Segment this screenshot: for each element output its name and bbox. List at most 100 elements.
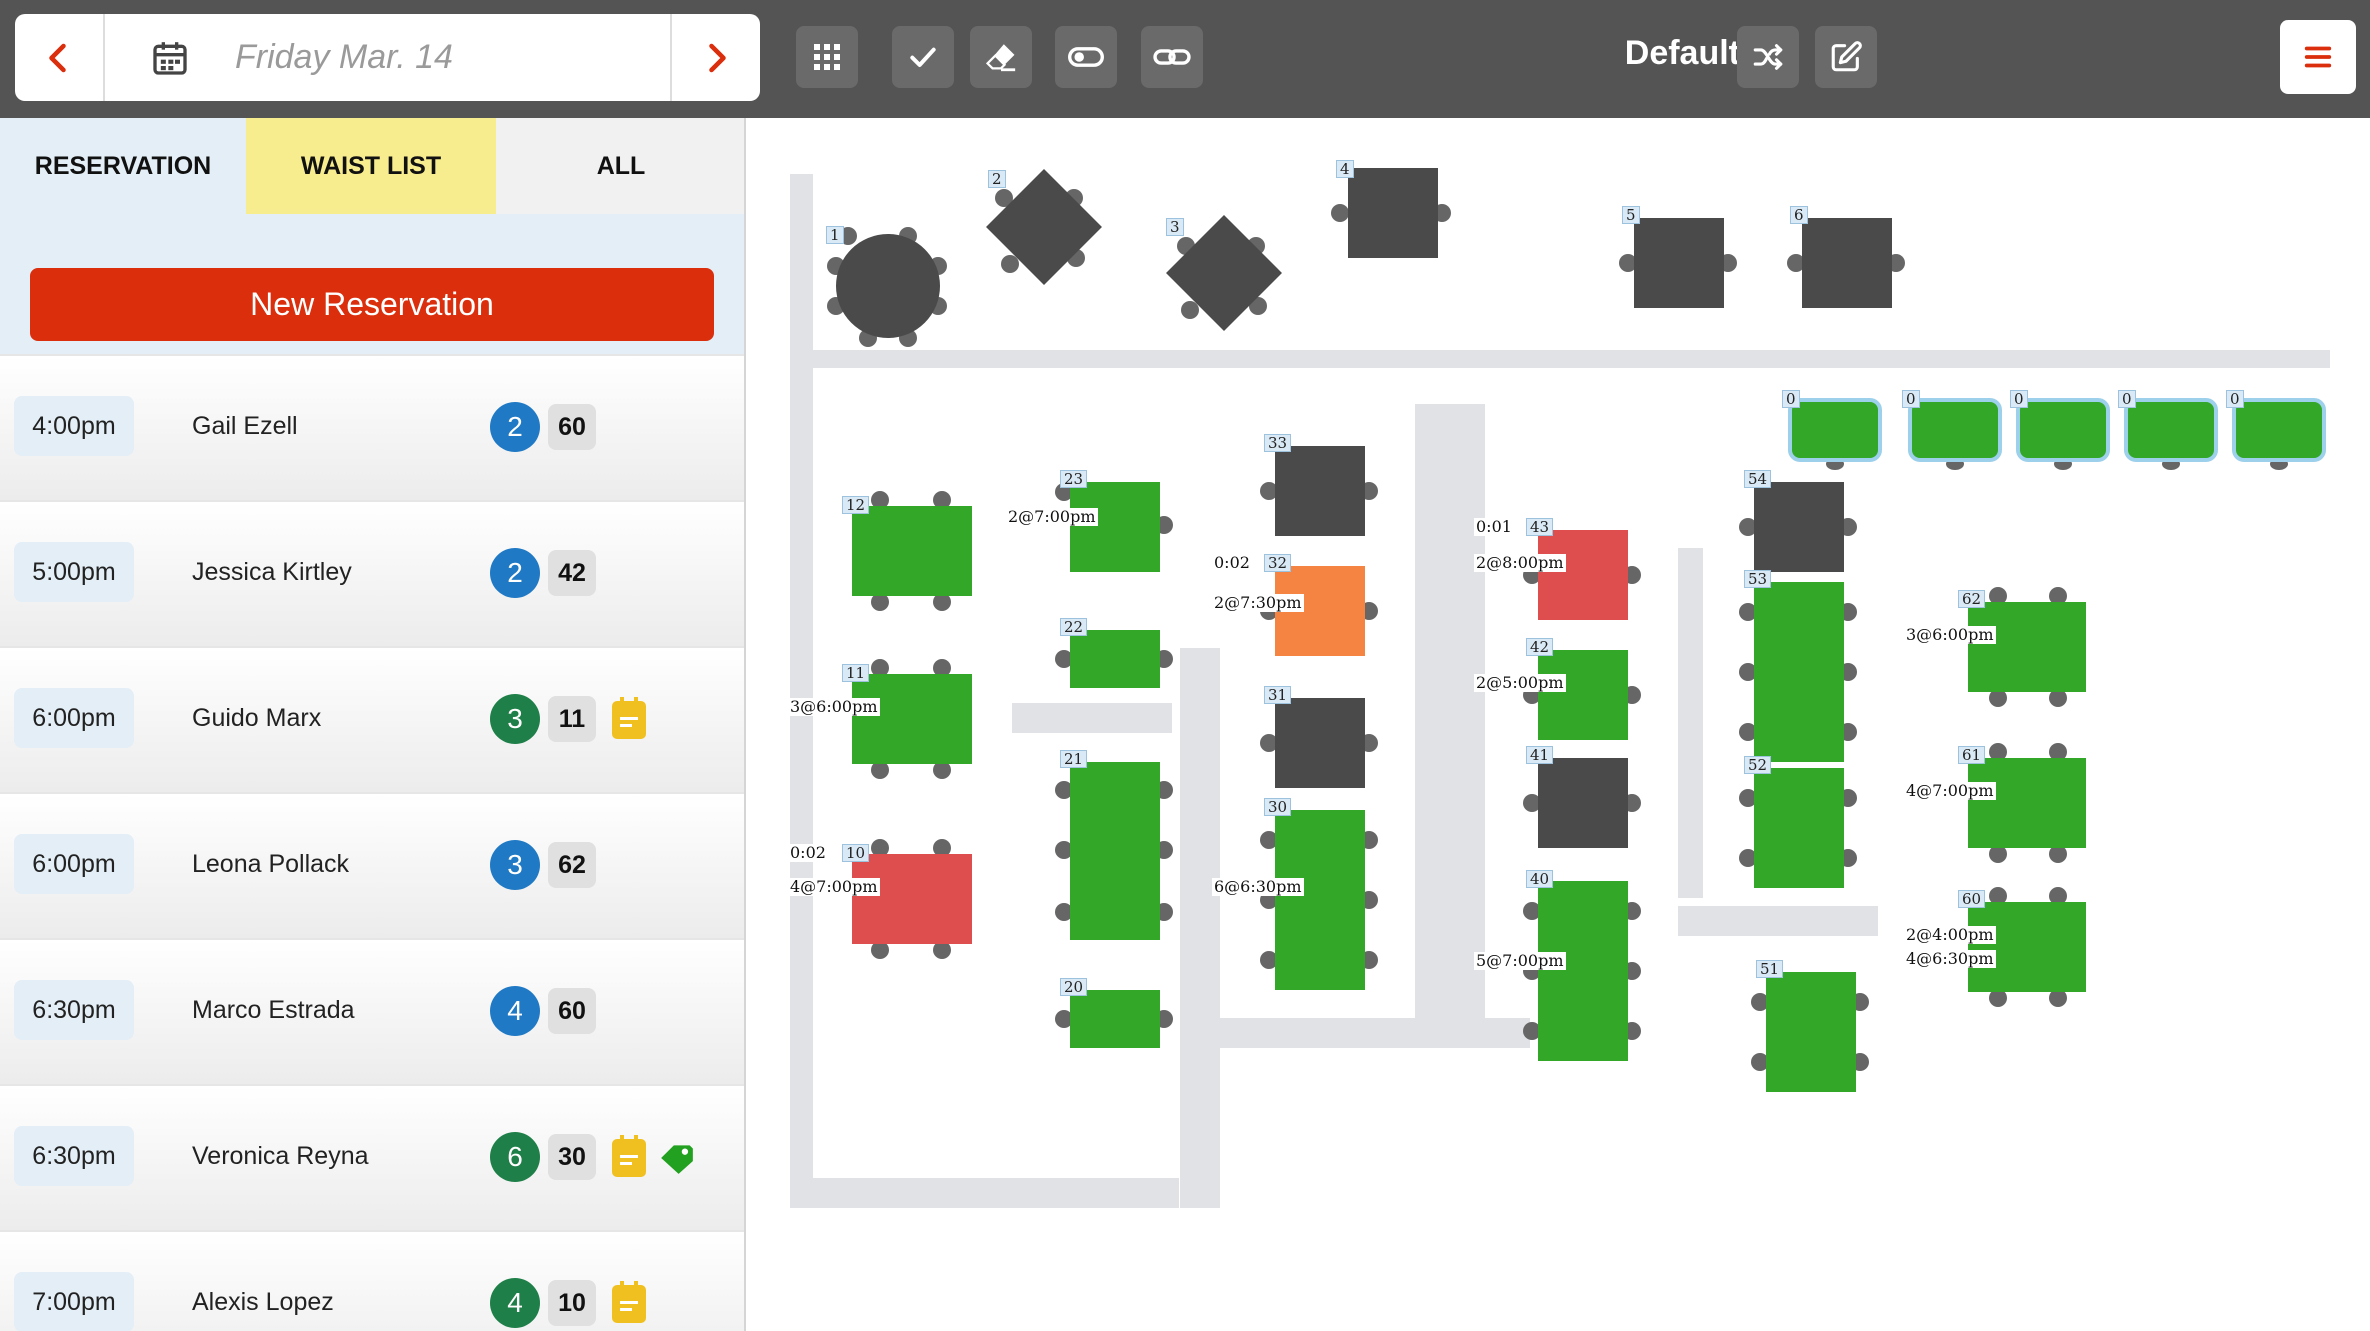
table[interactable]	[852, 659, 972, 779]
edit-icon	[1831, 41, 1862, 72]
reservation-time: 4:00pm	[14, 396, 134, 456]
menu-button[interactable]	[2280, 20, 2356, 94]
table-number-label: 0	[2118, 390, 2136, 408]
table[interactable]	[1260, 446, 1378, 536]
tab-reservation[interactable]: RESERVATION	[0, 118, 246, 214]
table[interactable]	[1055, 762, 1173, 940]
reservation-row[interactable]: 6:00pm Leona Pollack 3 62	[0, 792, 744, 938]
table[interactable]	[2016, 398, 2110, 470]
table-top	[1754, 582, 1844, 762]
table[interactable]	[1739, 582, 1857, 762]
table-number-label: 5	[1622, 206, 1640, 224]
previous-day-button[interactable]	[15, 14, 105, 101]
table-top	[1070, 762, 1160, 940]
note-icon[interactable]	[612, 1135, 646, 1177]
table-number-label: 21	[1060, 750, 1088, 768]
link-icon	[1153, 49, 1191, 65]
wall	[790, 174, 813, 1204]
party-size-badge: 3	[490, 694, 540, 744]
table[interactable]	[1523, 650, 1641, 740]
table-number-badge: 10	[548, 1280, 596, 1326]
table[interactable]	[1523, 881, 1641, 1061]
current-date[interactable]: Friday Mar. 14	[235, 14, 670, 101]
table-top	[852, 674, 972, 764]
table-number-badge: 60	[548, 988, 596, 1034]
table-top	[1538, 758, 1628, 848]
layout-name: Default	[1624, 34, 1740, 72]
table-reservation-label: 4@7:00pm	[1904, 781, 1996, 800]
reservation-row[interactable]: 7:00pm Alexis Lopez 4 10	[0, 1230, 744, 1331]
table[interactable]	[1260, 810, 1378, 990]
table[interactable]	[1787, 218, 1905, 308]
table[interactable]	[1055, 990, 1173, 1048]
table[interactable]	[2124, 398, 2218, 470]
table[interactable]	[1331, 168, 1451, 258]
table-top	[1968, 758, 2086, 848]
reservation-list: 4:00pm Gail Ezell 2 60 5:00pm Jessica Kirtley…	[0, 354, 744, 1331]
table-number-label: 0	[2226, 390, 2244, 408]
reservation-row[interactable]: 6:00pm Guido Marx 3 11	[0, 646, 744, 792]
reservation-row[interactable]: 5:00pm Jessica Kirtley 2 42	[0, 500, 744, 646]
table-top	[852, 506, 972, 596]
table[interactable]	[2232, 398, 2326, 470]
table[interactable]	[1055, 482, 1173, 572]
table[interactable]	[1968, 743, 2086, 863]
reservation-row[interactable]: 6:30pm Marco Estrada 4 60	[0, 938, 744, 1084]
date-navigator: Friday Mar. 14	[15, 14, 760, 101]
table[interactable]	[1968, 887, 2086, 1007]
reservation-row[interactable]: 6:30pm Veronica Reyna 6 30	[0, 1084, 744, 1230]
table[interactable]	[1968, 587, 2086, 707]
new-reservation-button[interactable]: New Reservation	[30, 268, 714, 341]
table-number-label: 10	[842, 844, 870, 862]
check-icon	[910, 47, 936, 67]
table[interactable]	[1055, 630, 1173, 688]
table-number-label: 51	[1756, 960, 1784, 978]
table-top	[2232, 398, 2326, 462]
party-size-badge: 2	[490, 548, 540, 598]
table[interactable]	[1260, 698, 1378, 788]
check-button[interactable]	[892, 26, 954, 88]
guest-name: Guido Marx	[192, 704, 322, 732]
table-top	[1634, 218, 1724, 308]
grid-view-button[interactable]	[796, 26, 858, 88]
table-number-label: 20	[1060, 978, 1088, 996]
edit-layout-button[interactable]	[1815, 26, 1877, 88]
table[interactable]	[852, 839, 972, 959]
tab-all[interactable]: ALL	[496, 118, 744, 214]
shuffle-layout-button[interactable]	[1737, 26, 1799, 88]
table[interactable]	[1908, 398, 2002, 470]
chevron-right-icon	[709, 43, 726, 72]
table-top	[1802, 218, 1892, 308]
table-reservation-label: 2@5:00pm	[1474, 673, 1566, 692]
tab-waitlist[interactable]: WAIST LIST	[246, 118, 496, 214]
note-icon[interactable]	[612, 1281, 646, 1323]
link-button[interactable]	[1141, 26, 1203, 88]
table[interactable]	[1751, 972, 1869, 1092]
eraser-button[interactable]	[970, 26, 1032, 88]
tag-icon[interactable]	[658, 1139, 696, 1177]
toggle-button[interactable]	[1055, 26, 1117, 88]
table-reservation-label: 4@6:30pm	[1904, 949, 1996, 968]
table[interactable]	[1523, 530, 1641, 620]
next-day-button[interactable]	[670, 14, 760, 101]
wall	[1678, 548, 1703, 898]
table-number-label: 6	[1790, 206, 1808, 224]
table[interactable]	[1788, 398, 1882, 470]
table-reservation-label: 3@6:00pm	[1904, 625, 1996, 644]
reservation-time: 6:30pm	[14, 980, 134, 1040]
reservation-row[interactable]: 4:00pm Gail Ezell 2 60	[0, 354, 744, 500]
table-top	[1968, 602, 2086, 692]
wall	[1415, 404, 1485, 1040]
table-top	[1754, 482, 1844, 572]
table[interactable]	[852, 491, 972, 611]
calendar-button[interactable]	[105, 14, 235, 101]
table[interactable]	[827, 227, 947, 347]
guest-name: Veronica Reyna	[192, 1142, 369, 1170]
note-icon[interactable]	[612, 697, 646, 739]
table[interactable]	[1739, 768, 1857, 888]
hamburger-icon	[2304, 46, 2332, 68]
table[interactable]	[1739, 482, 1857, 572]
table[interactable]	[1619, 218, 1737, 308]
table-top	[1788, 398, 1882, 462]
table[interactable]	[1523, 758, 1641, 848]
